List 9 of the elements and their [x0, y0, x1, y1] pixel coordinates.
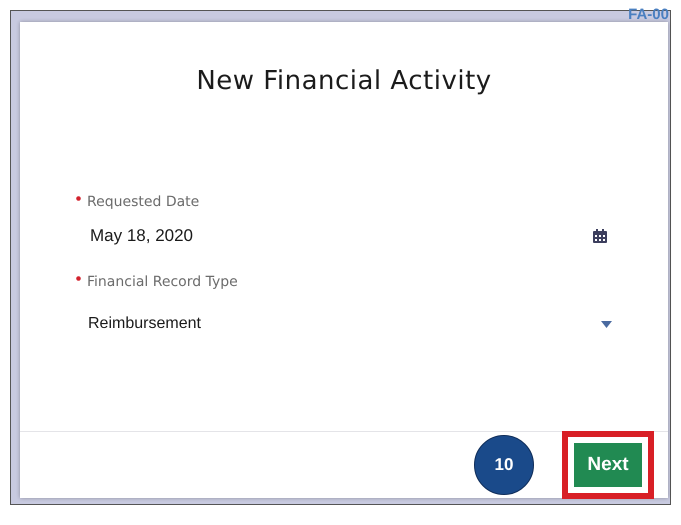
field-label: Financial Record Type [87, 274, 238, 290]
dropdown-caret-icon[interactable] [601, 320, 612, 328]
record-type-dropdown[interactable]: Reimbursement [88, 315, 201, 333]
next-button[interactable]: Next [562, 431, 654, 499]
step-number-badge: 10 [474, 435, 534, 495]
modal-title: New Financial Activity [196, 65, 492, 96]
field-label: Requested Date [87, 194, 200, 210]
calendar-icon[interactable] [592, 228, 608, 244]
date-field[interactable]: May 18, 2020 [90, 226, 194, 246]
